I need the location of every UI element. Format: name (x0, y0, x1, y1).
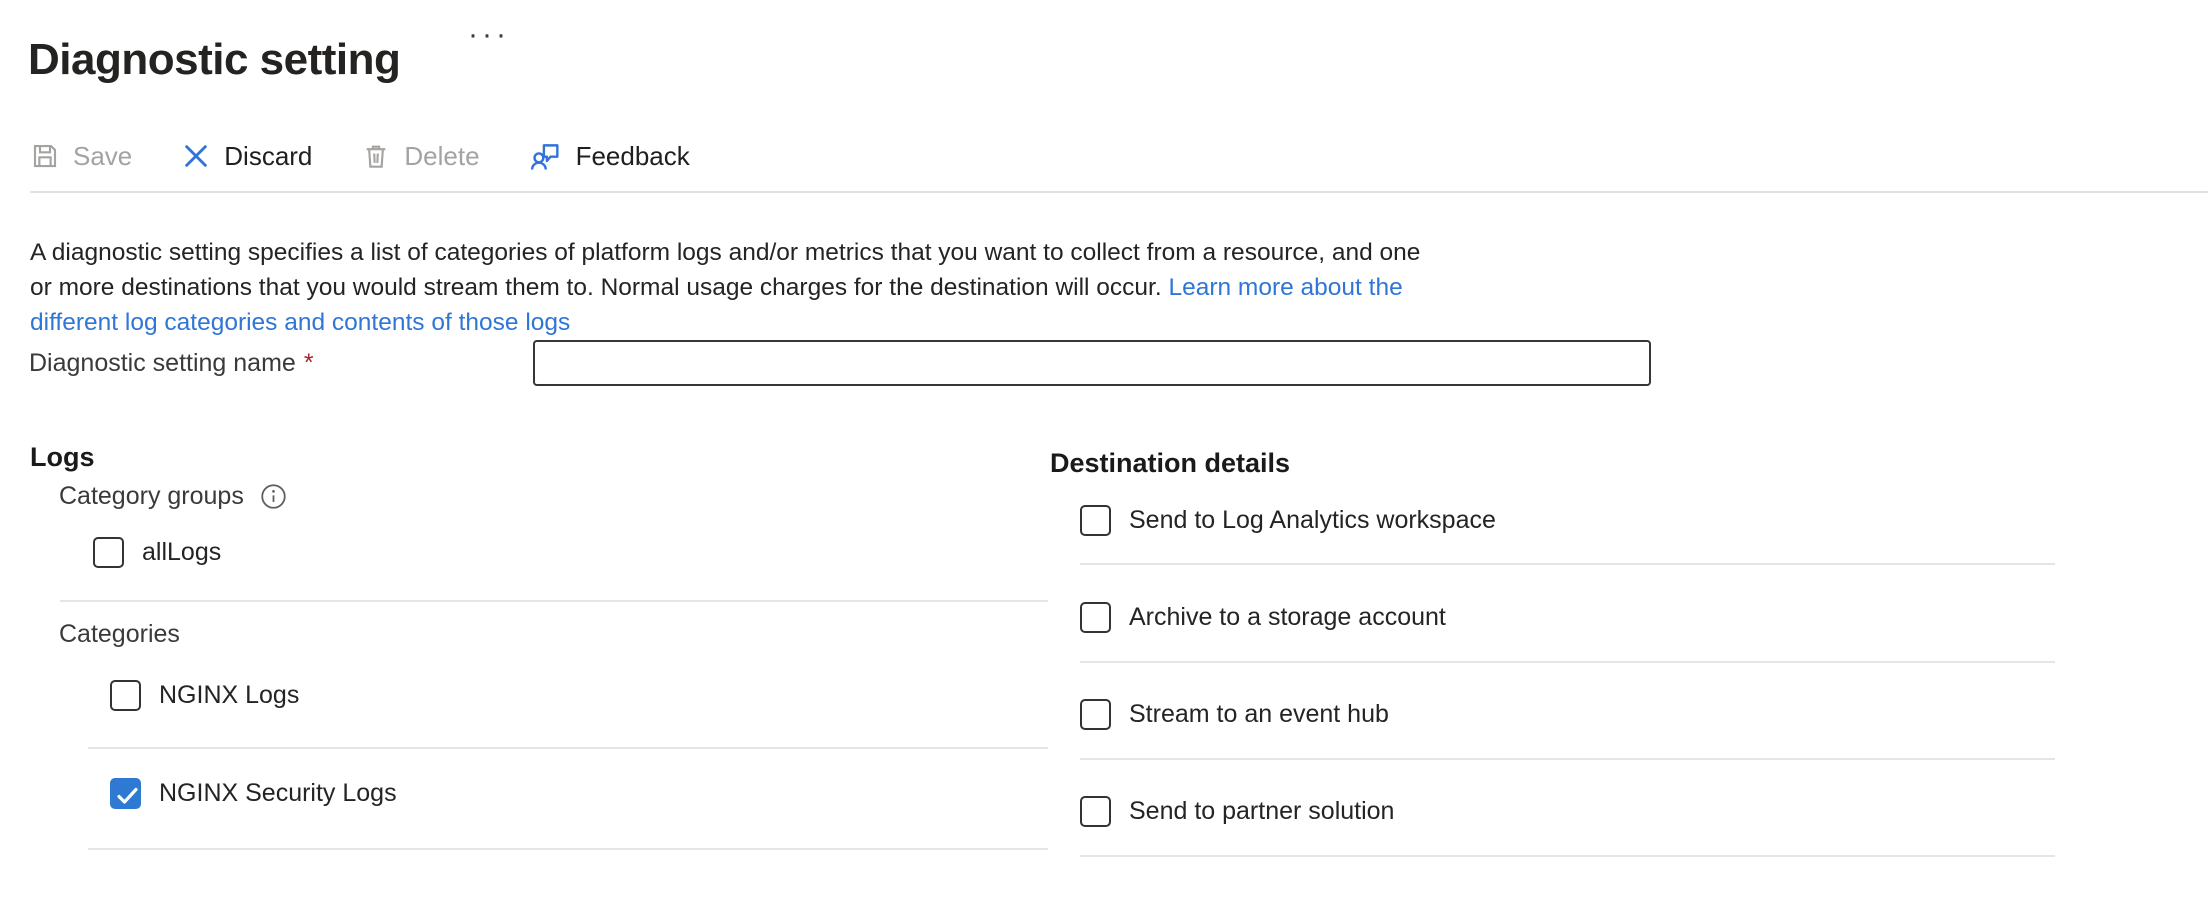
name-label-text: Diagnostic setting name (29, 349, 296, 377)
save-label: Save (73, 141, 132, 172)
divider (88, 747, 1048, 749)
logs-section-heading: Logs (30, 442, 95, 473)
storage-account-checkbox[interactable] (1080, 602, 1111, 633)
discard-icon (181, 141, 211, 171)
delete-icon (361, 141, 391, 171)
event-hub-label[interactable]: Stream to an event hub (1129, 700, 1389, 729)
nginx-logs-checkbox[interactable] (110, 680, 141, 711)
alllogs-checkbox[interactable] (93, 537, 124, 568)
discard-label: Discard (224, 141, 312, 172)
divider (1080, 661, 2055, 663)
checkbox-row-log-analytics[interactable]: Send to Log Analytics workspace (1080, 505, 1496, 536)
page-title: Diagnostic setting (28, 35, 400, 85)
category-groups-label: Category groups (59, 482, 287, 511)
divider (1080, 563, 2055, 565)
divider (1080, 855, 2055, 857)
checkbox-row-alllogs[interactable]: allLogs (93, 537, 221, 568)
checkbox-row-event-hub[interactable]: Stream to an event hub (1080, 699, 1389, 730)
feedback-button[interactable]: Feedback (529, 139, 690, 173)
nginx-security-logs-label[interactable]: NGINX Security Logs (159, 779, 397, 808)
checkbox-row-storage-account[interactable]: Archive to a storage account (1080, 602, 1446, 633)
checkbox-row-nginx-security-logs[interactable]: NGINX Security Logs (110, 778, 397, 809)
destination-details-heading: Destination details (1050, 448, 1290, 479)
alllogs-label[interactable]: allLogs (142, 538, 221, 567)
storage-account-label[interactable]: Archive to a storage account (1129, 603, 1446, 632)
checkbox-row-nginx-logs[interactable]: NGINX Logs (110, 680, 299, 711)
page-description: A diagnostic setting specifies a list of… (30, 235, 1435, 340)
checkmark-icon (112, 780, 143, 811)
command-bar: Save Discard Delete (30, 132, 739, 180)
toolbar-divider (30, 191, 2208, 193)
delete-button[interactable]: Delete (361, 141, 479, 172)
feedback-icon (529, 139, 563, 173)
divider (60, 600, 1048, 602)
feedback-label: Feedback (576, 141, 690, 172)
partner-solution-label[interactable]: Send to partner solution (1129, 797, 1394, 826)
diagnostic-setting-name-label: Diagnostic setting name * (29, 349, 314, 378)
checkbox-row-partner-solution[interactable]: Send to partner solution (1080, 796, 1394, 827)
event-hub-checkbox[interactable] (1080, 699, 1111, 730)
diagnostic-setting-name-input[interactable] (533, 340, 1651, 386)
categories-label: Categories (59, 620, 180, 649)
save-button[interactable]: Save (30, 141, 132, 172)
nginx-logs-label[interactable]: NGINX Logs (159, 681, 299, 710)
log-analytics-checkbox[interactable] (1080, 505, 1111, 536)
more-options-button[interactable]: ··· (468, 20, 510, 50)
partner-solution-checkbox[interactable] (1080, 796, 1111, 827)
category-groups-label-text: Category groups (59, 482, 244, 511)
divider (1080, 758, 2055, 760)
categories-label-text: Categories (59, 620, 180, 649)
nginx-security-logs-checkbox[interactable] (110, 778, 141, 809)
info-icon[interactable] (260, 483, 287, 510)
discard-button[interactable]: Discard (181, 141, 312, 172)
delete-label: Delete (404, 141, 479, 172)
required-asterisk: * (304, 349, 314, 377)
divider (88, 848, 1048, 850)
log-analytics-label[interactable]: Send to Log Analytics workspace (1129, 506, 1496, 535)
save-icon (30, 141, 60, 171)
